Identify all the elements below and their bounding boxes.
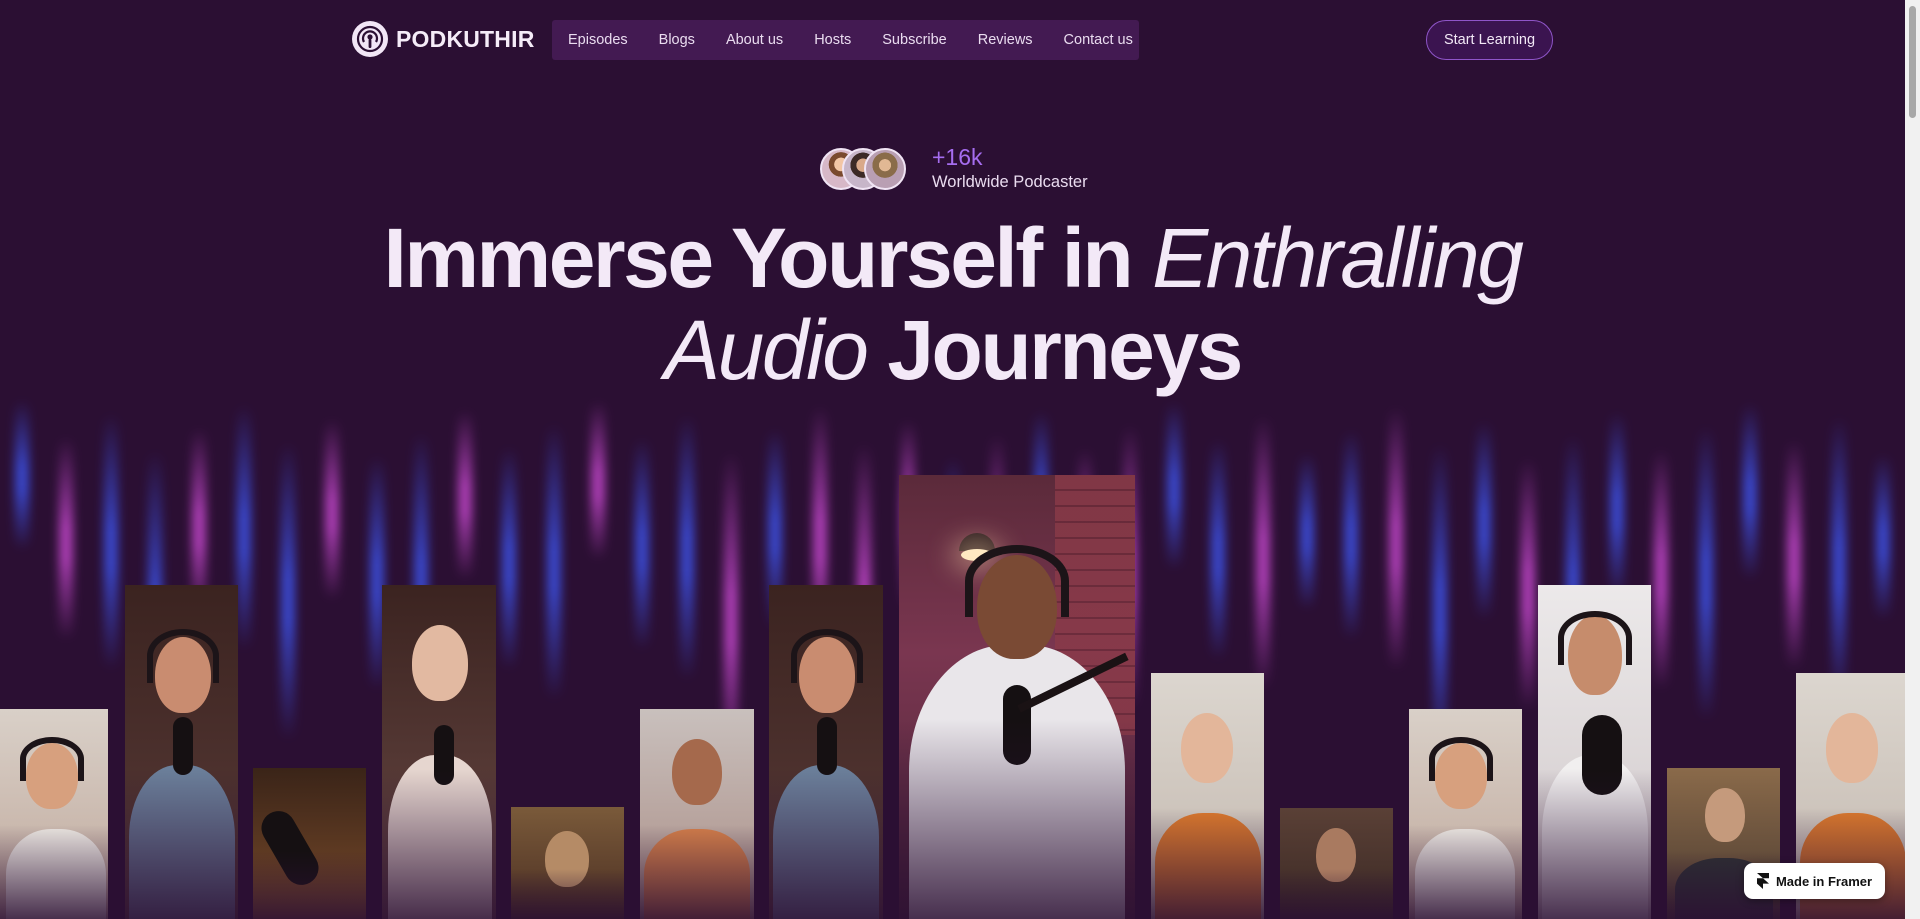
main-nav: Episodes Blogs About us Hosts Subscribe … [552, 20, 1139, 60]
glow-beam [1831, 417, 1846, 700]
glow-beam [15, 400, 30, 550]
social-proof: +16k Worldwide Podcaster [820, 144, 1088, 192]
glow-beam [679, 415, 694, 680]
glow-beam [236, 405, 251, 650]
glow-beam [1255, 416, 1270, 690]
avatar-stack [820, 146, 912, 190]
glow-beam [1477, 421, 1492, 620]
brand-name: PODKUTHIR [396, 25, 535, 52]
glow-beam [1742, 403, 1757, 580]
glow-beam [1698, 426, 1713, 720]
nav-hosts[interactable]: Hosts [814, 32, 851, 48]
glow-beam [458, 410, 473, 580]
podcast-signal-icon [352, 21, 388, 57]
podcaster-label: Worldwide Podcaster [932, 173, 1088, 191]
podcaster-photo [1151, 673, 1264, 919]
framer-badge-label: Made in Framer [1775, 873, 1873, 889]
podcaster-count: +16k [932, 144, 983, 170]
glow-beam [591, 401, 606, 560]
glow-beam [1610, 412, 1625, 600]
glow-beam [1654, 449, 1669, 690]
podcaster-photo [125, 585, 238, 919]
glow-beam [1875, 454, 1890, 620]
podcaster-photo [1280, 808, 1393, 919]
glow-beam [1344, 430, 1359, 640]
glow-beam [635, 438, 650, 650]
framer-logo-icon [1756, 873, 1769, 889]
proof-text: +16k Worldwide Podcaster [932, 144, 1088, 192]
nav-about-us[interactable]: About us [726, 32, 783, 48]
glow-beam [1299, 453, 1314, 610]
podcaster-photo [0, 709, 108, 919]
scrollbar-thumb[interactable] [1909, 6, 1916, 118]
headline-part-2: Enthralling [1152, 211, 1524, 305]
podcaster-photo [511, 807, 624, 919]
avatar [864, 148, 906, 190]
glow-beam [1521, 458, 1536, 710]
glow-beam [59, 437, 74, 640]
nav-contact-us[interactable]: Contact us [1064, 32, 1133, 48]
glow-beam [1167, 402, 1181, 570]
glow-beam [502, 447, 517, 670]
glow-beam [325, 419, 340, 600]
brand-logo[interactable]: PODKUTHIR [352, 21, 535, 57]
podcaster-photo [1409, 709, 1522, 919]
podcaster-photo [1538, 585, 1651, 919]
glow-beam [1388, 407, 1403, 670]
podcaster-photo [382, 585, 496, 919]
start-learning-button[interactable]: Start Learning [1426, 20, 1553, 60]
nav-episodes[interactable]: Episodes [568, 32, 628, 48]
podcaster-photo-featured [899, 475, 1135, 919]
made-in-framer-badge[interactable]: Made in Framer [1744, 863, 1885, 899]
page-scrollbar[interactable] [1905, 0, 1920, 919]
headline-part-1: Immerse Yourself in [383, 211, 1153, 305]
glow-beam [1211, 439, 1226, 660]
landing-page: PODKUTHIR Episodes Blogs About us Hosts … [0, 0, 1905, 919]
nav-subscribe[interactable]: Subscribe [882, 32, 946, 48]
nav-blogs[interactable]: Blogs [659, 32, 695, 48]
glow-beam [103, 414, 118, 670]
glow-beam [280, 442, 295, 740]
site-header: PODKUTHIR Episodes Blogs About us Hosts … [0, 0, 1905, 80]
glow-beam [546, 424, 561, 700]
podcaster-photo [769, 585, 883, 919]
podcaster-photo [253, 768, 366, 919]
glow-beam [1787, 440, 1802, 670]
nav-reviews[interactable]: Reviews [978, 32, 1033, 48]
podcaster-photo [640, 709, 754, 919]
